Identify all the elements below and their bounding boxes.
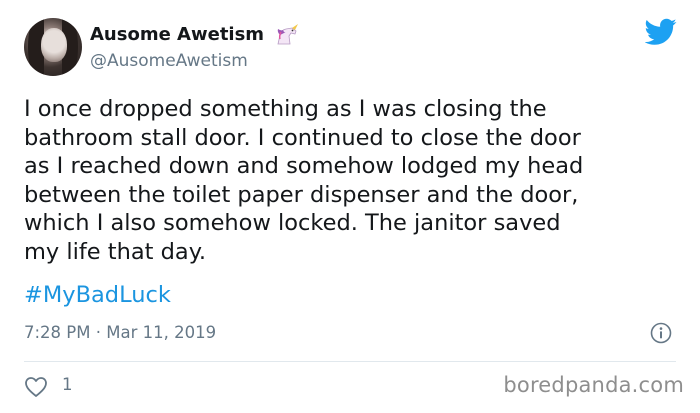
twitter-bird-icon[interactable] [645,18,677,46]
watermark: boredpanda.com [503,373,684,397]
heart-icon[interactable] [24,376,48,398]
divider [24,361,676,362]
hashtag-link[interactable]: #MyBadLuck [24,281,171,310]
tweet-body: I once dropped something as I was closin… [24,96,584,265]
author-handle[interactable]: @AusomeAwetism [90,51,248,71]
unicorn-icon [277,24,298,45]
author-display-name[interactable]: Ausome Awetism [90,24,264,45]
tweet-timestamp[interactable]: 7:28 PM · Mar 11, 2019 [24,323,216,342]
avatar-face [41,28,67,62]
avatar[interactable] [24,18,82,76]
info-icon[interactable] [650,322,672,344]
like-count: 1 [62,375,73,394]
